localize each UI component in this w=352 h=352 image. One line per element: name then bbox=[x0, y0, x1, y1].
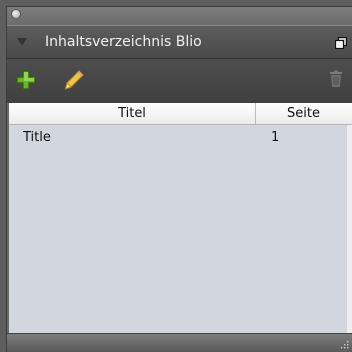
plus-icon[interactable] bbox=[15, 69, 37, 91]
row-title: Title bbox=[23, 130, 51, 145]
column-header-titel[interactable]: Titel bbox=[9, 103, 256, 124]
toc-panel: Inhaltsverzeichnis Blio Titel Seite Titl… bbox=[6, 6, 352, 352]
row-page: 1 bbox=[271, 130, 280, 145]
toc-table: Titel Seite Title 1 bbox=[9, 103, 352, 333]
table-header: Titel Seite bbox=[9, 103, 352, 125]
panel-menu-icon[interactable] bbox=[335, 37, 347, 49]
trash-icon[interactable] bbox=[329, 70, 343, 88]
panel-title-bar[interactable]: Inhaltsverzeichnis Blio bbox=[7, 25, 352, 59]
panel-status-bar bbox=[7, 333, 352, 352]
table-row[interactable]: Title 1 bbox=[9, 125, 352, 147]
panel-title: Inhaltsverzeichnis Blio bbox=[45, 34, 202, 50]
disclosure-triangle-icon[interactable] bbox=[17, 38, 27, 46]
pencil-icon[interactable] bbox=[63, 69, 85, 91]
panel-knob-icon[interactable] bbox=[11, 9, 21, 19]
panel-top-strip bbox=[7, 7, 352, 25]
column-header-seite[interactable]: Seite bbox=[256, 103, 351, 124]
resize-grip-icon[interactable] bbox=[339, 339, 349, 349]
panel-toolbar bbox=[7, 59, 352, 103]
table-scroll-strip[interactable] bbox=[347, 125, 352, 333]
